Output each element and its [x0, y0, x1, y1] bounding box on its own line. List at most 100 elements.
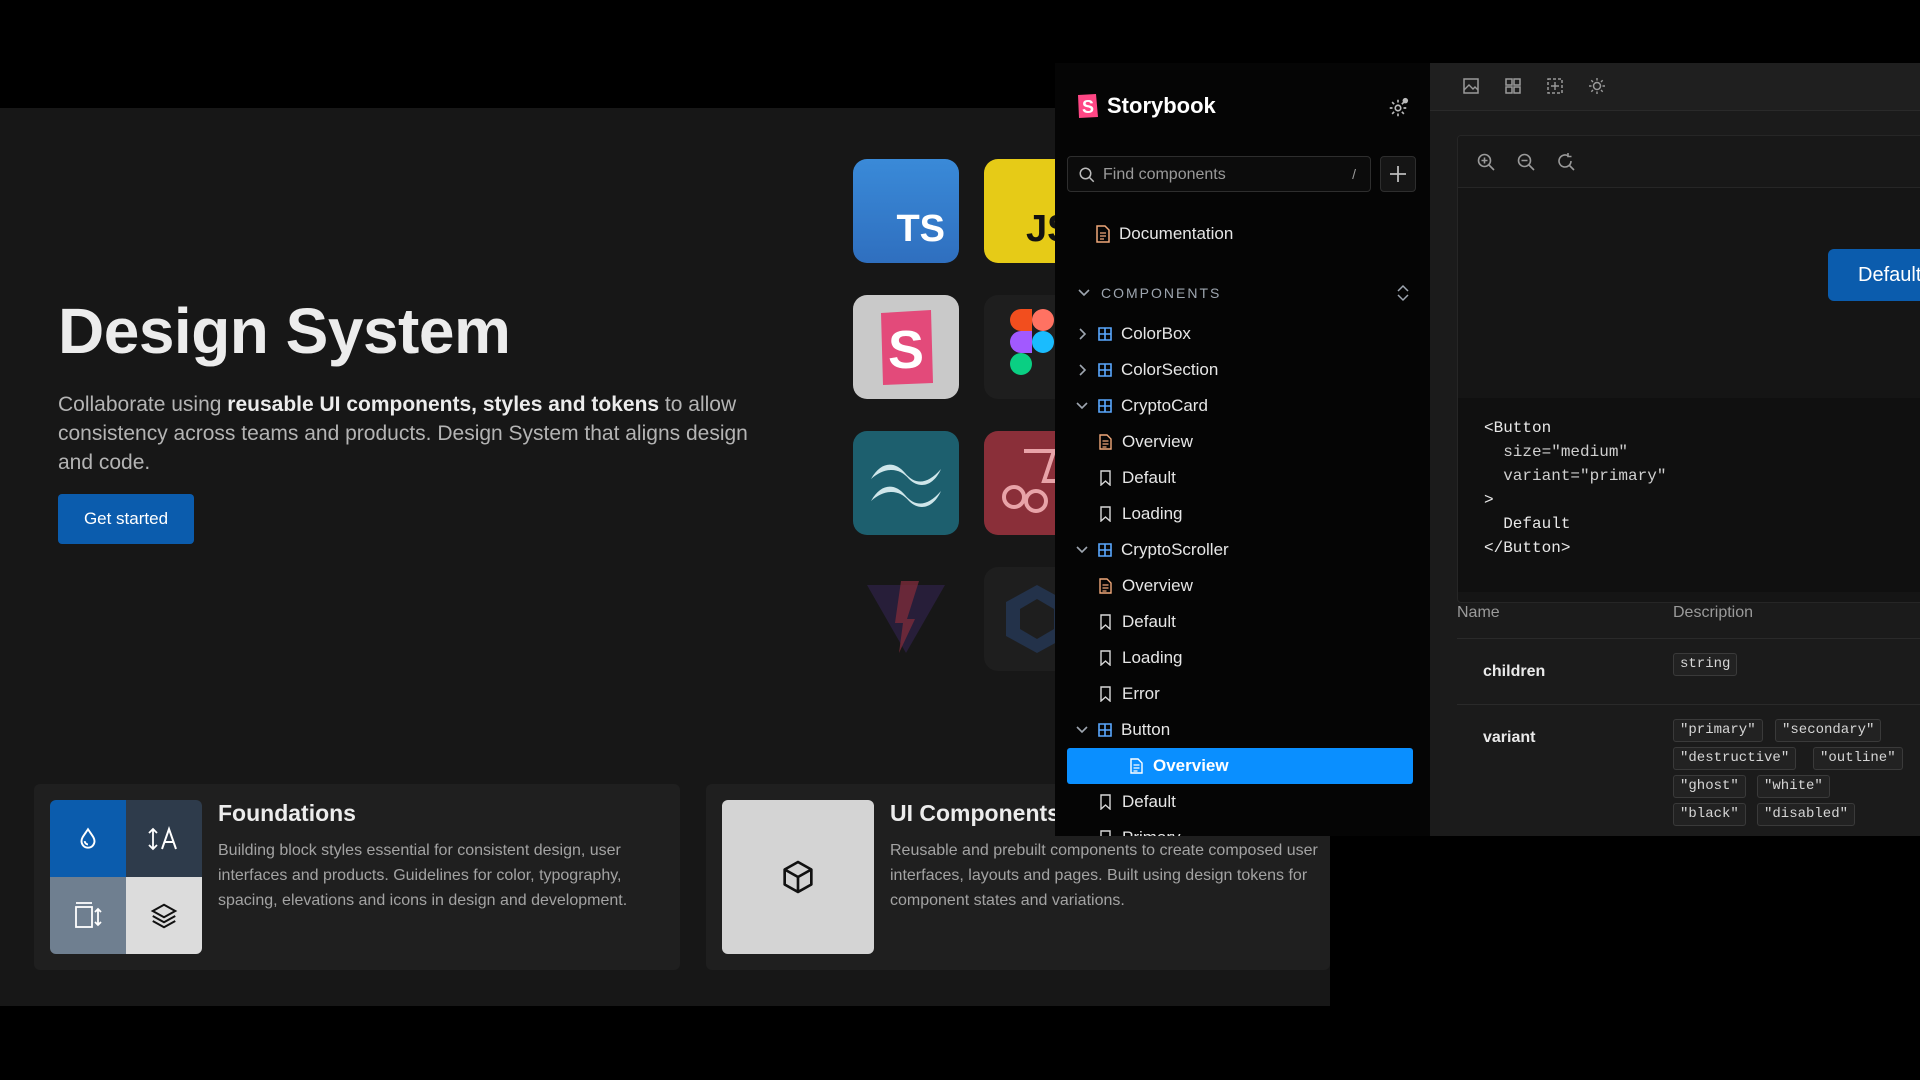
props-row: children string [1457, 638, 1920, 704]
code-line: > [1484, 491, 1494, 509]
component-icon [1098, 543, 1112, 557]
sun-icon[interactable] [1588, 77, 1606, 95]
document-icon [1130, 758, 1143, 774]
story-canvas: Default <Button size="medium" variant="p… [1457, 135, 1920, 603]
storybook-name: Storybook [1107, 93, 1216, 118]
sidebar-tree-item[interactable]: Button [1075, 712, 1170, 748]
sidebar-item-documentation[interactable]: Documentation [1095, 216, 1233, 252]
search-field[interactable]: Find components / [1067, 156, 1371, 192]
sidebar-tree-item[interactable]: Primary [1098, 820, 1181, 836]
sidebar-tree-item[interactable]: CryptoScroller [1075, 532, 1229, 568]
sidebar-tree-item[interactable]: Error [1098, 676, 1160, 712]
grid-icon[interactable] [1504, 77, 1522, 95]
hero-desc-pre: Collaborate using [58, 393, 228, 416]
props-row: variant "primary" "secondary" "destructi… [1457, 704, 1920, 836]
zoom-out-icon[interactable] [1516, 152, 1536, 172]
sidebar-tree-item-label: Default [1122, 468, 1176, 487]
document-icon [1099, 434, 1112, 450]
search-shortcut: / [1352, 166, 1356, 182]
components-section-label: COMPONENTS [1101, 285, 1222, 301]
reset-zoom-icon[interactable] [1556, 152, 1576, 172]
type-chip: "white" [1757, 775, 1830, 798]
props-description-header: Description [1673, 604, 1754, 621]
components-section-header[interactable]: COMPONENTS [1077, 278, 1417, 308]
bookmark-icon [1100, 686, 1111, 702]
foundations-card[interactable]: Foundations Building block styles essent… [34, 784, 680, 970]
sidebar-tree-item[interactable]: Overview [1098, 568, 1193, 604]
expand-collapse-icon[interactable] [1395, 284, 1411, 302]
chevron-down-icon[interactable] [1075, 543, 1089, 557]
sidebar-tree-item[interactable]: Default [1098, 604, 1176, 640]
preview-panel: Default <Button size="medium" variant="p… [1430, 63, 1920, 836]
sidebar-tree-item-label: Loading [1122, 504, 1183, 523]
type-chip: "ghost" [1673, 775, 1746, 798]
sidebar-tree-item[interactable]: ColorBox [1075, 316, 1191, 352]
chevron-down-icon[interactable] [1075, 399, 1089, 413]
sidebar-tree-item[interactable]: Overview [1067, 748, 1413, 784]
sidebar-tree-item[interactable]: ColorSection [1075, 352, 1218, 388]
default-button-preview[interactable]: Default [1828, 249, 1920, 301]
storybook-logo-icon: S [881, 310, 933, 385]
sb-brand[interactable]: S Storybook [1077, 93, 1216, 119]
zoom-toolbar [1458, 136, 1920, 188]
component-icon [1098, 363, 1112, 377]
sidebar-tree-item-label: Overview [1122, 576, 1193, 595]
spacing-icon [50, 877, 126, 954]
sidebar-tree-item[interactable]: Default [1098, 784, 1176, 820]
type-chip: "destructive" [1673, 747, 1797, 770]
document-icon [1099, 578, 1112, 594]
storybook-icon: S [1078, 94, 1098, 118]
code-line: size="medium" [1484, 443, 1629, 461]
vite-logo-icon [867, 581, 945, 653]
props-name-header: Name [1457, 604, 1500, 621]
sidebar-tree-item-label: Button [1121, 720, 1171, 739]
code-line: <Button [1484, 419, 1552, 437]
get-started-button[interactable]: Get started [58, 494, 194, 544]
foundations-title: Foundations [218, 800, 356, 826]
outline-icon[interactable] [1546, 77, 1564, 95]
type-chip: "secondary" [1775, 719, 1882, 742]
type-chip: "primary" [1673, 719, 1763, 742]
foundations-icon-grid [50, 800, 202, 954]
hero-title: Design System [58, 295, 511, 367]
chevron-right-icon[interactable] [1075, 363, 1089, 377]
hero-description: Collaborate using reusable UI components… [58, 390, 778, 477]
chevron-down-icon[interactable] [1075, 723, 1089, 737]
type-chip: string [1673, 653, 1738, 676]
bookmark-icon [1100, 506, 1111, 522]
vite-logo-tile [853, 567, 959, 671]
foundations-description: Building block styles essential for cons… [218, 842, 628, 909]
sidebar-tree-item[interactable]: Loading [1098, 496, 1183, 532]
image-icon[interactable] [1462, 77, 1480, 95]
code-line: Default [1484, 515, 1571, 533]
sidebar-tree-item-label: Loading [1122, 648, 1183, 667]
chevron-right-icon[interactable] [1075, 327, 1089, 341]
settings-icon[interactable] [1387, 97, 1409, 119]
sidebar-tree-item-label: ColorBox [1121, 324, 1191, 343]
sidebar-item-label: Documentation [1119, 224, 1234, 243]
sidebar-tree-item[interactable]: CryptoCard [1075, 388, 1208, 424]
type-chip: "outline" [1813, 747, 1903, 770]
sidebar-tree-item[interactable]: Loading [1098, 640, 1183, 676]
sidebar-tree-item-label: CryptoCard [1121, 396, 1208, 415]
bookmark-icon [1100, 794, 1111, 810]
svg-text:S: S [888, 320, 924, 380]
cube-icon-box [722, 800, 874, 954]
bookmark-icon [1100, 650, 1111, 666]
bookmark-icon [1100, 470, 1111, 486]
ui-components-title: UI Components [890, 800, 1060, 826]
code-line: variant="primary" [1484, 467, 1667, 485]
zoom-in-icon[interactable] [1476, 152, 1496, 172]
tailwind-logo-tile [853, 431, 959, 535]
typescript-label: TS [896, 208, 945, 250]
search-placeholder: Find components [1103, 166, 1226, 183]
tailwind-logo-icon [871, 464, 941, 507]
prop-name: children [1483, 663, 1546, 680]
add-story-button[interactable] [1380, 156, 1416, 192]
sidebar-tree-item[interactable]: Default [1098, 460, 1176, 496]
sidebar-tree-item-label: Default [1122, 612, 1176, 631]
typescript-logo-tile: TS [853, 159, 959, 263]
hero-desc-bold: reusable UI components, styles and token… [227, 393, 660, 416]
sidebar-tree-item[interactable]: Overview [1098, 424, 1193, 460]
typography-icon [126, 800, 202, 877]
